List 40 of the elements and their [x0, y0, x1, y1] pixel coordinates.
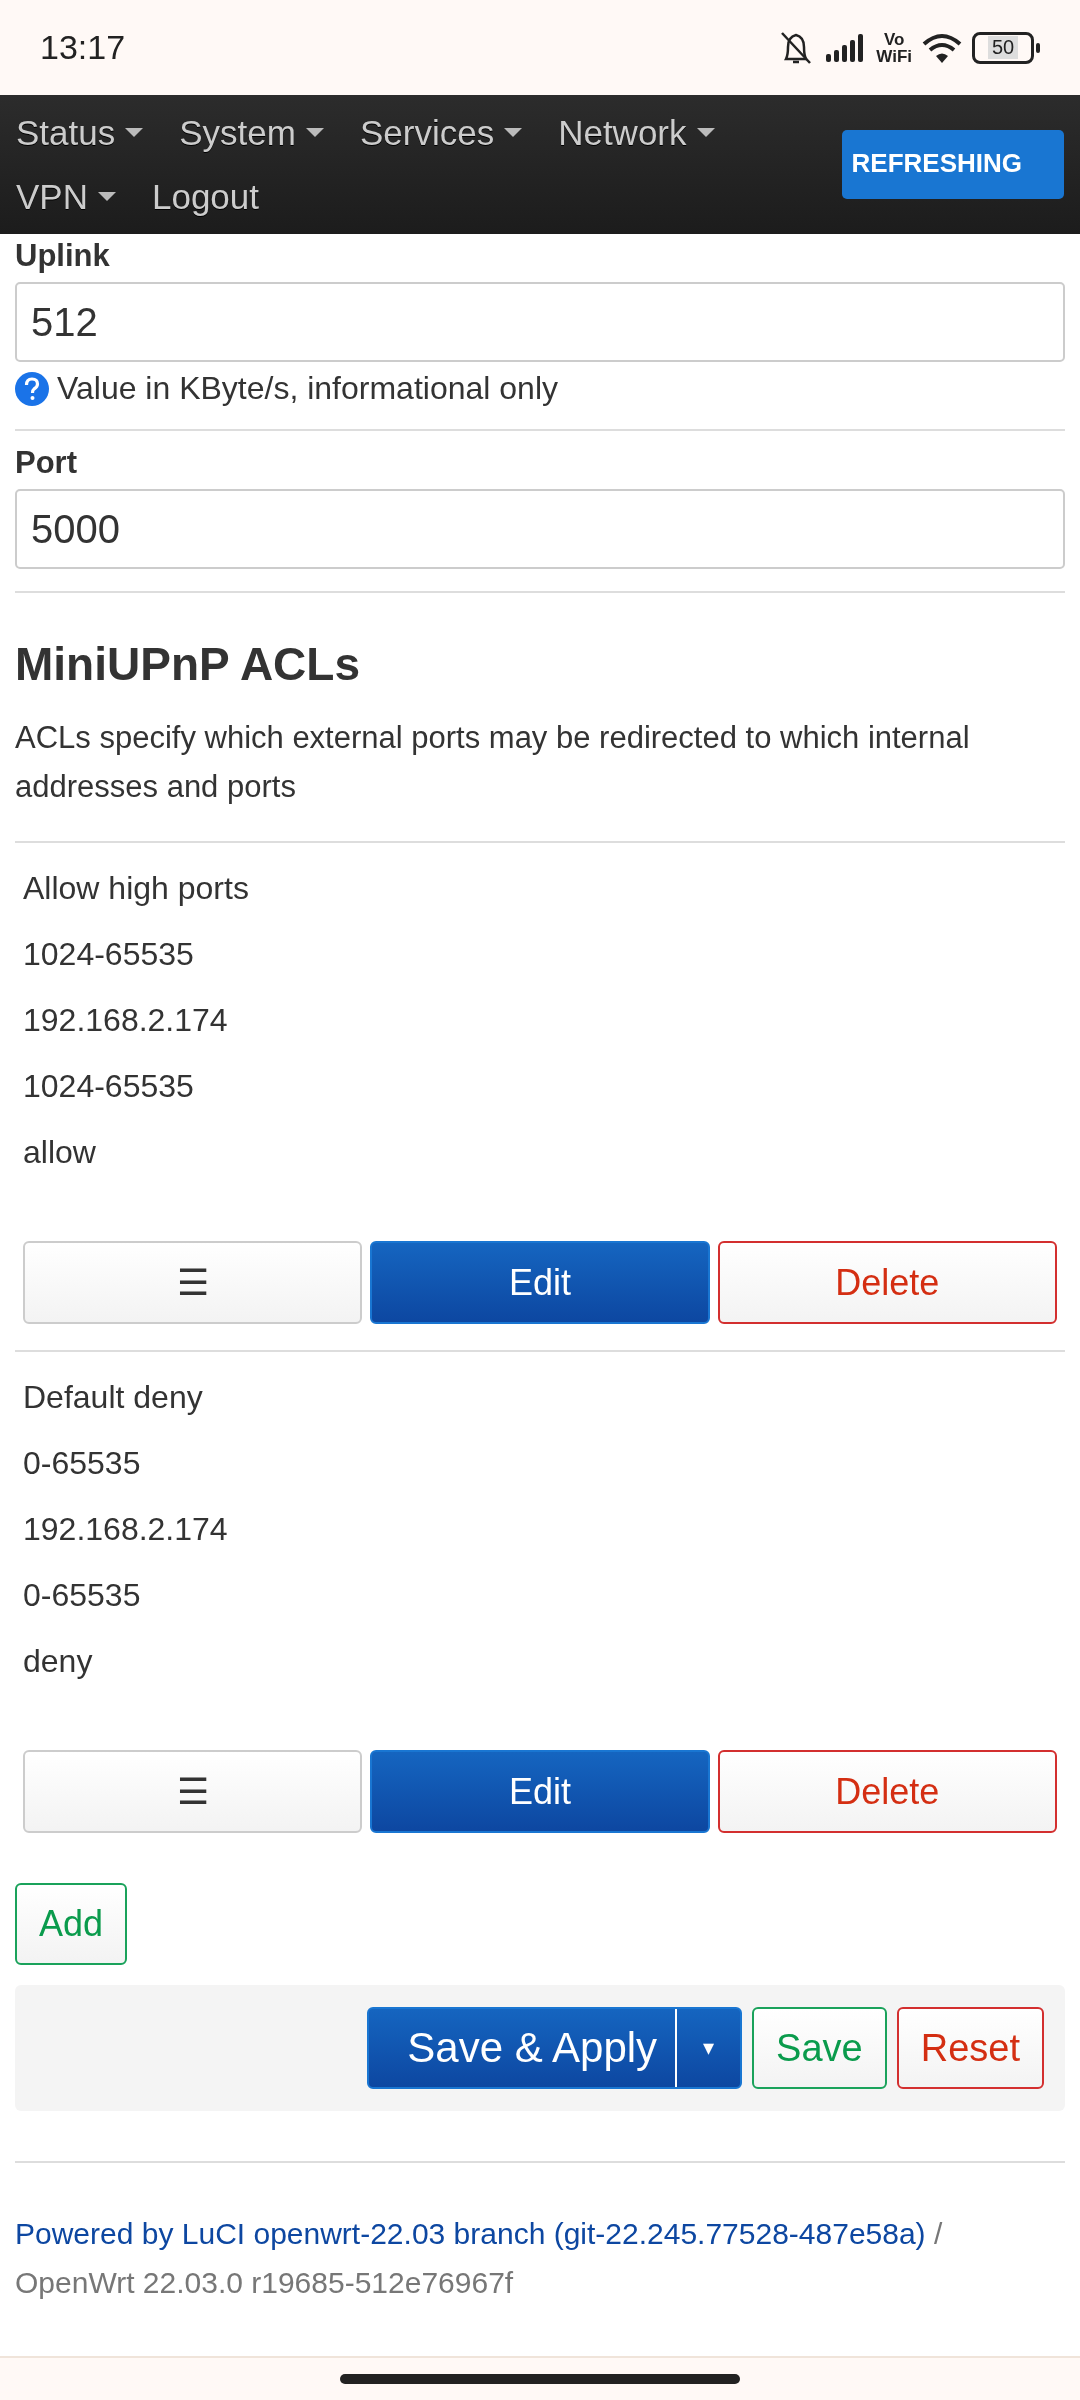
- help-icon: [15, 371, 49, 406]
- vowifi-label: Vo: [883, 30, 905, 48]
- reset-button[interactable]: Reset: [896, 2007, 1044, 2089]
- menu-item[interactable]: Services: [359, 103, 523, 162]
- field-label: Uplink: [15, 238, 111, 274]
- delete-button[interactable]: Delete: [717, 1241, 1057, 1324]
- menu-item[interactable]: VPN: [16, 167, 116, 226]
- sort-button[interactable]: ☰: [23, 1241, 363, 1324]
- table-cell-text: 0-65535: [23, 1576, 142, 1615]
- vowifi-label: WiFi: [876, 47, 912, 65]
- wifi-icon: [922, 31, 962, 64]
- footer-text: Powered by LuCI openwrt-22.03 branch (git-22.245.77528-487e58a) / OpenWrt 22.03.0 r19685-512e76967f: [15, 2216, 944, 2301]
- save-apply-button[interactable]: Save & Apply ▾: [367, 2007, 743, 2089]
- menu-item[interactable]: Status: [16, 103, 144, 162]
- input-field[interactable]: 5000: [15, 489, 1065, 569]
- table-cell-text: 0-65535: [23, 1444, 142, 1483]
- edit-button[interactable]: Edit: [370, 1241, 710, 1324]
- menu-item[interactable]: System: [179, 103, 324, 162]
- table-cell-text: 192.168.2.174: [23, 1510, 229, 1549]
- delete-button[interactable]: Delete: [717, 1750, 1057, 1833]
- table-cell-text: 192.168.2.174: [23, 1001, 229, 1040]
- table-cell-text: 1024-65535: [23, 935, 195, 974]
- clock: 13:17: [40, 28, 126, 67]
- footer-link[interactable]: Powered by LuCI openwrt-22.03 branch (git-22.245.77528-487e58a): [15, 2217, 926, 2250]
- table-cell-text: deny: [23, 1642, 94, 1681]
- input-field[interactable]: 512: [15, 282, 1065, 362]
- menu-item[interactable]: Logout: [151, 167, 260, 226]
- section-description: ACLs specify which external ports may be redirected to which internal addresses and ports: [15, 719, 971, 806]
- table-cell-text: Allow high ports: [23, 869, 250, 908]
- sort-button[interactable]: ☰: [23, 1750, 363, 1833]
- section-title: MiniUPnP ACLs: [15, 637, 362, 691]
- field-label: Port: [15, 445, 78, 481]
- table-cell-text: 1024-65535: [23, 1067, 195, 1106]
- home-indicator[interactable]: [340, 2374, 740, 2384]
- refreshing-indicator[interactable]: REFRESHING: [841, 130, 1064, 199]
- edit-button[interactable]: Edit: [370, 1750, 710, 1833]
- table-cell-text: allow: [23, 1133, 97, 1172]
- menu-item[interactable]: Network: [558, 103, 715, 162]
- help-text: Value in KByte/s, informational only: [57, 370, 558, 407]
- table-cell-text: Default deny: [23, 1378, 204, 1417]
